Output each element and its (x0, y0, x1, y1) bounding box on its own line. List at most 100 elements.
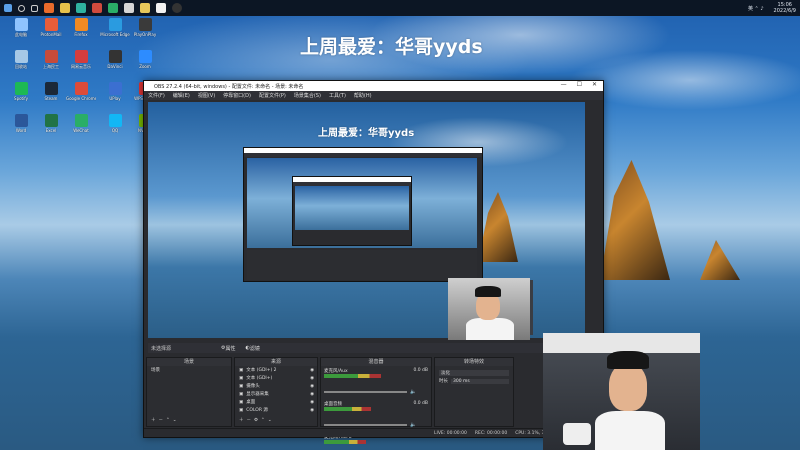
scene-item[interactable]: 场景 (147, 366, 231, 374)
desktop-icon-label: 上海民工 (43, 64, 59, 69)
transition-title: 转场特效 (435, 358, 513, 366)
desktop-icon[interactable]: Microsoft Edge (100, 18, 130, 37)
source-up-button[interactable]: ⌃ (261, 418, 265, 423)
desktop-icon[interactable]: UPlay (100, 82, 130, 101)
app-icon[interactable] (140, 3, 150, 13)
app-icon (74, 50, 88, 63)
desktop-icon[interactable]: Spotify (6, 82, 36, 101)
desktop-icon[interactable]: Excel (36, 114, 66, 133)
start-icon[interactable] (4, 4, 12, 12)
filters-button[interactable]: ◐ 滤镜 (246, 345, 260, 352)
system-tray: 英 ⌃ ♪ 15:06 2022/6/9 (748, 0, 796, 16)
app-icon (74, 18, 88, 31)
menu-item[interactable]: 编辑(E) (173, 92, 190, 99)
source-label: 文本 (GDI+) 2 (246, 368, 277, 373)
desktop-icon-label: ProtonMail (40, 32, 62, 37)
chrome-icon[interactable] (92, 3, 102, 13)
add-scene-button[interactable]: ＋ (151, 417, 156, 423)
scene-up-button[interactable]: ⌃ (166, 418, 170, 423)
tray-icons[interactable]: 英 ⌃ ♪ (748, 5, 764, 12)
volume-slider[interactable] (324, 391, 408, 393)
add-source-button[interactable]: ＋ (239, 417, 244, 423)
desktop-icon[interactable]: Word (6, 114, 36, 133)
visibility-icon[interactable]: ◉ (310, 408, 314, 413)
google-icon[interactable] (156, 3, 166, 13)
menu-item[interactable]: 配置文件(P) (259, 92, 286, 99)
desktop-icon[interactable]: PlayOnPlay (130, 18, 160, 37)
desktop-icon-label: Excel (45, 128, 57, 133)
desktop-icons: 此电脑 ProtonMail Firefox Microsoft Edge PlayOn… (0, 18, 156, 448)
desktop-icon[interactable]: Google Chrome (66, 82, 96, 101)
desktop-icon[interactable]: QQ (100, 114, 130, 133)
volume-slider[interactable] (324, 424, 408, 426)
transition-select[interactable]: 淡化 (439, 370, 509, 376)
scene-down-button[interactable]: ⌄ (173, 418, 177, 423)
maximize-icon[interactable]: ☐ (577, 81, 582, 88)
remove-scene-button[interactable]: － (159, 417, 164, 423)
speaker-icon[interactable]: 🔈 (410, 389, 416, 395)
app-icon[interactable] (124, 3, 134, 13)
filters-label: 滤镜 (249, 345, 260, 352)
source-item[interactable]: ▣ 桌面 ◉ (235, 398, 317, 406)
remove-source-button[interactable]: － (247, 417, 252, 423)
firefox-icon[interactable] (44, 3, 54, 13)
desktop-icon[interactable]: 网易云音乐 (66, 50, 96, 70)
status-bar: LIVE: 00:00:00 REC: 00:00:00 CPU: 3.1%, … (144, 428, 603, 437)
visibility-icon[interactable]: ◉ (310, 392, 314, 397)
menu-item[interactable]: 视图(V) (198, 92, 215, 99)
visibility-icon[interactable]: ◉ (310, 368, 314, 373)
scenes-panel: 场景 场景 ＋ － ⌃ ⌄ (146, 357, 232, 427)
desktop-icon[interactable]: Steam (36, 82, 66, 101)
app-icon (44, 50, 58, 63)
source-item[interactable]: ▣ 文本 (GDI+) ◉ (235, 374, 317, 382)
edge-icon[interactable] (76, 3, 86, 13)
minimize-icon[interactable]: — (561, 81, 567, 88)
nested-obs-2 (292, 176, 412, 246)
source-item[interactable]: ▣ COLOR 源 ◉ (235, 406, 317, 414)
source-label: 桌面 (246, 400, 256, 405)
desktop-icon-label: Steam (44, 96, 58, 101)
desktop-icon[interactable]: DaVinci (100, 50, 130, 69)
menu-item[interactable]: 帮助(H) (354, 92, 372, 99)
desktop-icon[interactable]: Zoom (130, 50, 160, 69)
app-icon (14, 50, 28, 63)
visibility-icon[interactable]: ◉ (310, 400, 314, 405)
properties-button[interactable]: ⚙ 属性 (221, 345, 236, 352)
wechat-icon[interactable] (108, 3, 118, 13)
desktop-icon[interactable]: 回收站 (6, 50, 36, 70)
menu-item[interactable]: 工具(T) (329, 92, 346, 99)
visibility-icon[interactable]: ◉ (310, 376, 314, 381)
desktop-icon-label: Word (15, 128, 27, 133)
source-item[interactable]: ▣ 文本 (GDI+) 2 ◉ (235, 366, 317, 374)
desktop-icon[interactable]: 上海民工 (36, 50, 66, 70)
clock-date: 2022/6/9 (773, 8, 796, 14)
desktop-icon-label: QQ (111, 128, 119, 133)
desktop-icon[interactable]: ProtonMail (36, 18, 66, 37)
source-type-icon: ▣ (239, 391, 244, 397)
source-settings-icon[interactable]: ⚙ (254, 418, 258, 423)
menu-item[interactable]: 文件(F) (148, 92, 165, 99)
search-icon[interactable] (18, 4, 25, 12)
source-item[interactable]: ▣ 摄像头 ◉ (235, 382, 317, 390)
visibility-icon[interactable]: ◉ (310, 384, 314, 389)
menu-item[interactable]: 场景集合(S) (294, 92, 321, 99)
desktop-icon-label: WeChat (73, 128, 89, 133)
desktop-icon-label: 此电脑 (15, 32, 27, 37)
desktop-icon[interactable]: Firefox (66, 18, 96, 37)
close-icon[interactable]: ✕ (592, 81, 597, 88)
taskview-icon[interactable] (31, 4, 38, 12)
desktop-icon[interactable]: 此电脑 (6, 18, 36, 38)
menu-item[interactable]: 停靠窗口(D) (223, 92, 251, 99)
properties-label: 属性 (225, 345, 236, 352)
clock[interactable]: 15:06 2022/6/9 (774, 2, 796, 14)
obs-icon[interactable] (172, 3, 182, 13)
source-item[interactable]: ▣ 显示器采集 ◉ (235, 390, 317, 398)
source-label: 显示器采集 (246, 392, 269, 397)
live-status: LIVE: 00:00:00 (434, 430, 467, 436)
source-down-button[interactable]: ⌄ (268, 418, 272, 423)
source-type-icon: ▣ (239, 375, 244, 381)
files-icon[interactable] (60, 3, 70, 13)
desktop-icon[interactable]: WeChat (66, 114, 96, 133)
mixer-channel-db: 0.0 dB (413, 401, 428, 406)
duration-input[interactable]: 300 ms (451, 378, 509, 384)
